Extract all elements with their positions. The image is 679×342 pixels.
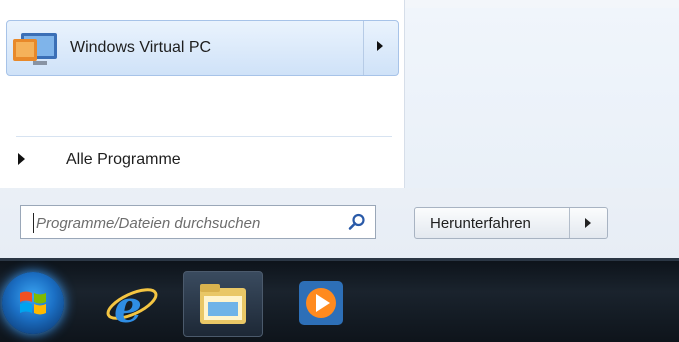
shutdown-button[interactable]: Herunterfahren <box>414 207 608 239</box>
taskbar: e <box>0 258 679 342</box>
search-box[interactable] <box>20 205 376 239</box>
all-programs-label: Alle Programme <box>66 151 181 168</box>
internet-explorer-icon[interactable]: e <box>100 276 160 336</box>
shutdown-label: Herunterfahren <box>430 215 531 232</box>
text-caret <box>33 213 34 233</box>
start-menu: Windows Virtual PC Alle Programme Herunt… <box>0 0 679 258</box>
program-label: Windows Virtual PC <box>70 39 212 56</box>
separator <box>16 136 392 137</box>
search-icon[interactable] <box>348 213 366 231</box>
folder-icon <box>200 284 246 324</box>
windows-flag-icon <box>20 291 46 315</box>
windows-explorer-button[interactable] <box>183 271 263 337</box>
submenu-arrow-button[interactable] <box>363 21 398 75</box>
media-player-icon[interactable] <box>296 278 346 328</box>
places-pane <box>405 8 679 188</box>
triangle-right-icon <box>18 153 25 165</box>
virtual-pc-icon <box>13 33 57 65</box>
program-item-windows-virtual-pc[interactable]: Windows Virtual PC <box>6 20 399 76</box>
chevron-right-icon <box>377 41 383 51</box>
programs-pane: Windows Virtual PC Alle Programme <box>0 0 405 188</box>
search-input[interactable] <box>36 212 336 234</box>
svg-text:e: e <box>114 282 142 333</box>
shutdown-options-button[interactable] <box>569 208 607 238</box>
all-programs-button[interactable]: Alle Programme <box>14 148 394 174</box>
chevron-right-icon <box>585 218 591 228</box>
start-orb-icon[interactable] <box>2 272 64 334</box>
